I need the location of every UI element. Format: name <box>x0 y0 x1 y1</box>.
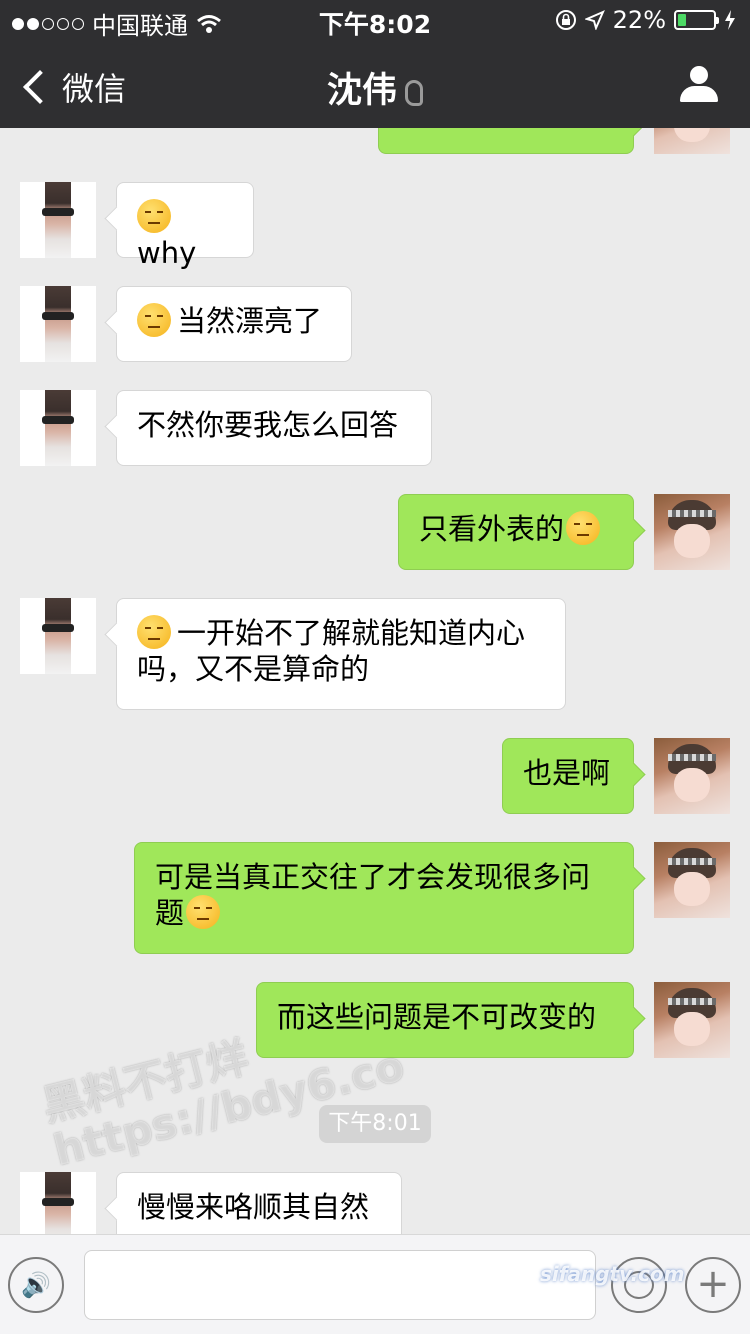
status-bar: 中国联通 下午8:02 22% <box>0 0 750 40</box>
my-avatar[interactable] <box>654 128 730 154</box>
message-timestamp: 下午8:01 <box>319 1105 431 1143</box>
contact-name: 沈伟 <box>326 71 397 111</box>
ear-icon <box>405 80 423 106</box>
my-avatar[interactable] <box>654 842 730 918</box>
emoji-icon[interactable] <box>611 1257 667 1313</box>
unamused-emoji-icon <box>137 199 171 233</box>
location-arrow-icon <box>584 10 605 30</box>
message-bubble-outgoing[interactable]: 而这些问题是不可改变的 <box>256 982 634 1058</box>
message-bubble-outgoing[interactable]: 只看外表的 <box>398 494 634 570</box>
message-bubble-outgoing[interactable]: 可是当真正交往了才会发现很多问题 <box>134 842 634 954</box>
message-bubble-outgoing[interactable] <box>378 128 634 154</box>
message-input[interactable] <box>84 1250 596 1320</box>
message-bubble-incoming[interactable]: 慢慢来咯顺其自然 <box>116 1172 402 1234</box>
my-avatar[interactable] <box>654 738 730 814</box>
contact-avatar[interactable] <box>20 286 96 362</box>
contact-avatar[interactable] <box>20 598 96 674</box>
input-bar: 🔊 + <box>0 1234 750 1334</box>
nav-bar: 微信 沈伟 <box>0 40 750 128</box>
unamused-emoji-icon <box>137 303 171 337</box>
contact-avatar[interactable] <box>20 390 96 466</box>
battery-icon <box>674 10 719 30</box>
chat-area[interactable]: why 当然漂亮了 不然你要我怎么回答 只看外表的 一开始不了解就能知道内心吗，… <box>0 128 750 1234</box>
relieved-emoji-icon <box>186 895 221 929</box>
lock-rotation-icon <box>555 10 576 30</box>
voice-icon[interactable]: 🔊 <box>8 1257 64 1313</box>
person-icon[interactable] <box>680 66 718 104</box>
my-avatar[interactable] <box>654 982 730 1058</box>
battery-percent: 22% <box>612 6 666 34</box>
my-avatar[interactable] <box>654 494 730 570</box>
message-bubble-incoming[interactable]: why <box>116 182 254 270</box>
chat-title: 沈伟 <box>0 62 750 113</box>
message-bubble-incoming[interactable]: 一开始不了解就能知道内心吗，又不是算命的 <box>116 598 566 710</box>
plus-icon[interactable]: + <box>685 1257 741 1313</box>
charging-icon <box>725 10 735 30</box>
contact-avatar[interactable] <box>20 1172 96 1234</box>
message-bubble-incoming[interactable]: 不然你要我怎么回答 <box>116 390 432 466</box>
message-bubble-outgoing[interactable]: 也是啊 <box>502 738 634 814</box>
contact-avatar[interactable] <box>20 182 96 258</box>
message-bubble-incoming[interactable]: 当然漂亮了 <box>116 286 352 362</box>
pensive-emoji-icon <box>566 511 601 545</box>
unamused-emoji-icon <box>137 615 171 649</box>
